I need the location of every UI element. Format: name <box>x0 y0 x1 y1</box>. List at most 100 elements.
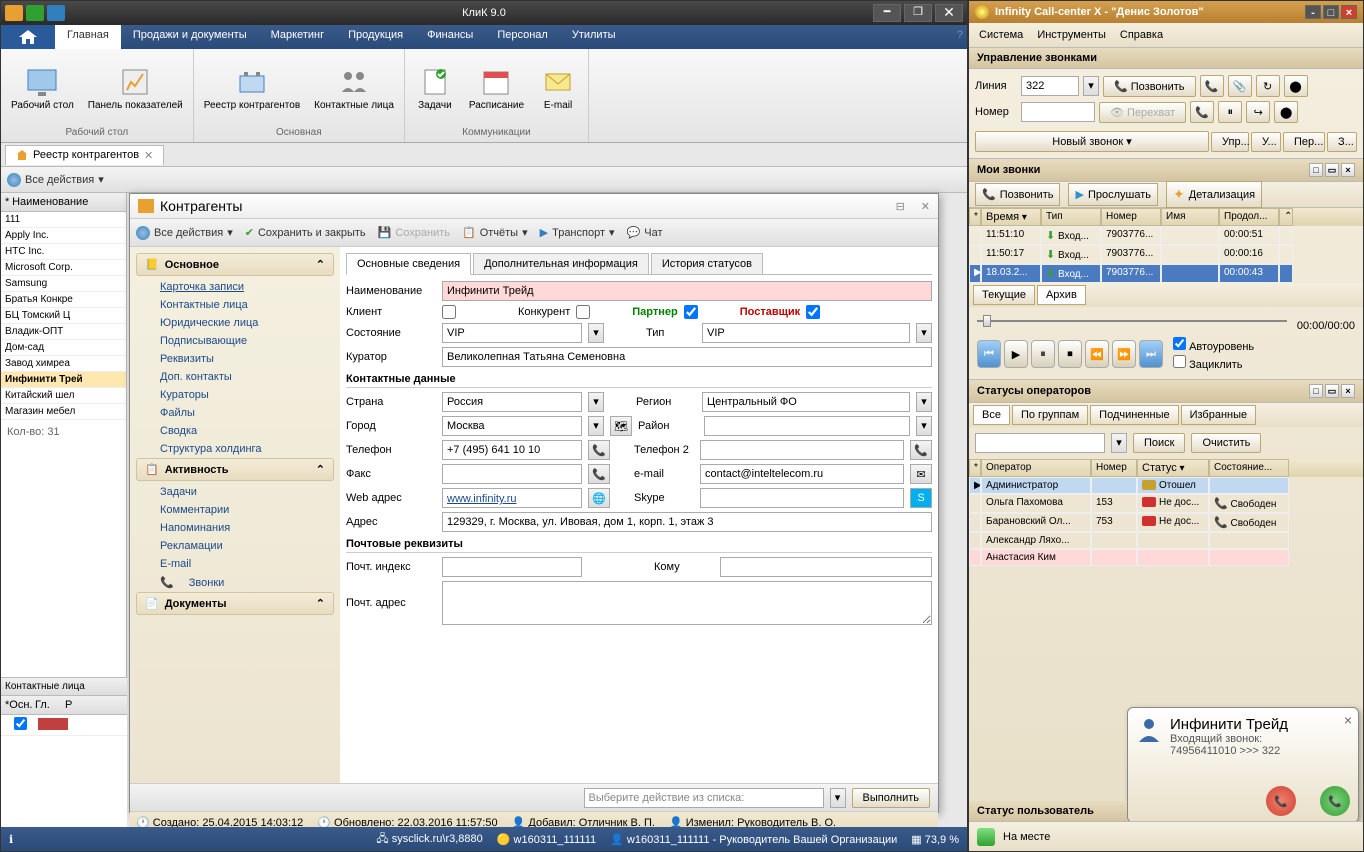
nav-item[interactable]: Задачи <box>136 483 334 501</box>
panel-btn[interactable]: □ <box>1309 163 1323 177</box>
play-button[interactable]: ▶ <box>1004 340 1028 368</box>
phone-icon[interactable]: 📞 <box>910 440 932 460</box>
ribbon-tab[interactable]: Утилиты <box>560 25 628 49</box>
map-icon[interactable]: 🗺 <box>610 416 632 436</box>
mail-icon[interactable]: ✉ <box>910 464 932 484</box>
nav-item[interactable]: Рекламации <box>136 537 334 555</box>
op-row[interactable]: Ольга Пахомова 153 Не дос... 📞 Свободен <box>969 494 1363 513</box>
panel-btn[interactable]: × <box>1341 384 1355 398</box>
client-checkbox[interactable] <box>442 305 456 319</box>
col-header[interactable]: Время ▾ <box>981 208 1041 226</box>
list-row[interactable]: Apply Inc. <box>1 228 126 244</box>
panel-btn[interactable]: □ <box>1309 384 1323 398</box>
partner-checkbox[interactable] <box>684 305 698 319</box>
op-row[interactable]: ▶ Администратор Отошел <box>969 477 1363 494</box>
dropdown-icon[interactable]: ▾ <box>588 392 604 412</box>
name-input[interactable] <box>442 281 932 301</box>
menu-item[interactable]: Система <box>979 29 1023 41</box>
web-icon[interactable]: 🌐 <box>588 488 610 508</box>
pause-icon[interactable]: ⏸ <box>1218 101 1242 123</box>
subtab[interactable]: Текущие <box>973 285 1035 305</box>
newcall-tab[interactable]: Новый звонок ▾ <box>975 131 1209 152</box>
tab-btn[interactable]: Упр... <box>1211 132 1249 152</box>
list-row[interactable]: HTC Inc. <box>1 244 126 260</box>
country-input[interactable] <box>442 392 582 412</box>
phone-icon[interactable]: 📞 <box>588 440 610 460</box>
hangup-icon[interactable]: 📞 <box>1190 101 1214 123</box>
call-button[interactable]: 📞 Позвонить <box>1103 76 1196 97</box>
ribbon-tab[interactable]: Продукция <box>336 25 415 49</box>
ribbon-contacts[interactable]: Контактные лица <box>310 62 398 115</box>
reports-button[interactable]: 📋 Отчёты ▾ <box>462 226 528 239</box>
email-input[interactable] <box>700 464 904 484</box>
attach-icon[interactable]: 📎 <box>1228 75 1252 97</box>
phone-input[interactable] <box>442 440 582 460</box>
ribbon-email[interactable]: E-mail <box>534 62 582 115</box>
op-search-input[interactable] <box>975 433 1105 453</box>
next-button[interactable]: ⏩ <box>1112 340 1136 368</box>
execute-button[interactable]: Выполнить <box>852 788 930 808</box>
skype-input[interactable] <box>700 488 904 508</box>
nav-item[interactable]: Файлы <box>136 404 334 422</box>
nav-item[interactable]: Юридические лица <box>136 314 334 332</box>
help-icon[interactable]: ? <box>953 25 967 49</box>
skype-icon[interactable]: S <box>910 488 932 508</box>
pause-button[interactable]: ⏸ <box>1031 340 1055 368</box>
ribbon-tab[interactable]: Финансы <box>415 25 485 49</box>
save-button[interactable]: 💾 Сохранить <box>378 226 450 239</box>
nav-item[interactable]: Карточка записи <box>136 278 334 296</box>
nav-item[interactable]: Комментарии <box>136 501 334 519</box>
modal-close-icon[interactable]: ✕ <box>921 200 930 213</box>
tab-btn[interactable]: У... <box>1251 132 1281 152</box>
list-row[interactable]: Инфинити Трей <box>1 372 126 388</box>
accept-button[interactable]: 📞 <box>1320 786 1350 816</box>
call-action[interactable]: 📞Позвонить <box>975 183 1060 206</box>
menu-item[interactable]: Инструменты <box>1037 29 1106 41</box>
call-row[interactable]: 11:50:17 ⬇ Вход... 7903776... 00:00:16 <box>969 245 1363 264</box>
state-input[interactable] <box>442 323 582 343</box>
district-input[interactable] <box>704 416 910 436</box>
stop-button[interactable]: ⏹ <box>1058 340 1082 368</box>
nav-group-activity[interactable]: 📋Активность⌃ <box>136 458 334 481</box>
nav-item[interactable]: Подписывающие <box>136 332 334 350</box>
minimize-button[interactable]: ━ <box>873 4 901 22</box>
quick-icon-2[interactable] <box>47 5 65 21</box>
list-row[interactable]: БЦ Томский Ц <box>1 308 126 324</box>
phone-icon[interactable]: 📞 <box>588 464 610 484</box>
line-input[interactable] <box>1021 76 1079 96</box>
forward-icon[interactable]: ↪ <box>1246 101 1270 123</box>
nav-item[interactable]: Структура холдинга <box>136 440 334 458</box>
nav-group-main[interactable]: 📒Основное⌃ <box>136 253 334 276</box>
address-input[interactable] <box>442 512 932 532</box>
answer-icon[interactable]: 📞 <box>1200 75 1224 97</box>
contact-row[interactable] <box>1 715 127 736</box>
ribbon-registry[interactable]: Реестр контрагентов <box>200 62 304 115</box>
ribbon-desktop[interactable]: Рабочий стол <box>7 62 78 115</box>
autolevel-checkbox[interactable]: Автоуровень <box>1173 337 1254 353</box>
postcode-input[interactable] <box>442 557 582 577</box>
all-actions-button[interactable]: Все действия ▾ <box>136 226 233 240</box>
maximize-button[interactable]: ❐ <box>904 4 932 22</box>
maximize-button[interactable]: □ <box>1323 5 1339 19</box>
popup-close-icon[interactable]: × <box>1344 712 1352 728</box>
op-row[interactable]: Анастасия Ким <box>969 549 1363 566</box>
decline-button[interactable]: 📞 <box>1266 786 1296 816</box>
col-header[interactable]: ⌃ <box>1279 208 1293 226</box>
supplier-checkbox[interactable] <box>806 305 820 319</box>
action-select[interactable] <box>584 788 824 808</box>
region-input[interactable] <box>702 392 910 412</box>
ribbon-tab[interactable]: Главная <box>55 25 121 49</box>
search-button[interactable]: Поиск <box>1133 433 1185 453</box>
postaddr-input[interactable] <box>442 581 932 625</box>
detail-action[interactable]: ✦Детализация <box>1166 181 1262 208</box>
ribbon-home-icon[interactable] <box>1 25 55 49</box>
panel-btn[interactable]: ▭ <box>1325 163 1339 177</box>
close-tab-icon[interactable]: ✕ <box>144 149 153 162</box>
ribbon-tab[interactable]: Персонал <box>485 25 560 49</box>
col-header[interactable]: Номер <box>1101 208 1161 226</box>
dropdown-icon[interactable]: ▾ <box>916 416 932 436</box>
dropdown-icon[interactable]: ▾ <box>916 323 932 343</box>
optab[interactable]: Все <box>973 405 1010 425</box>
subtab[interactable]: Архив <box>1037 285 1086 305</box>
competitor-checkbox[interactable] <box>576 305 590 319</box>
